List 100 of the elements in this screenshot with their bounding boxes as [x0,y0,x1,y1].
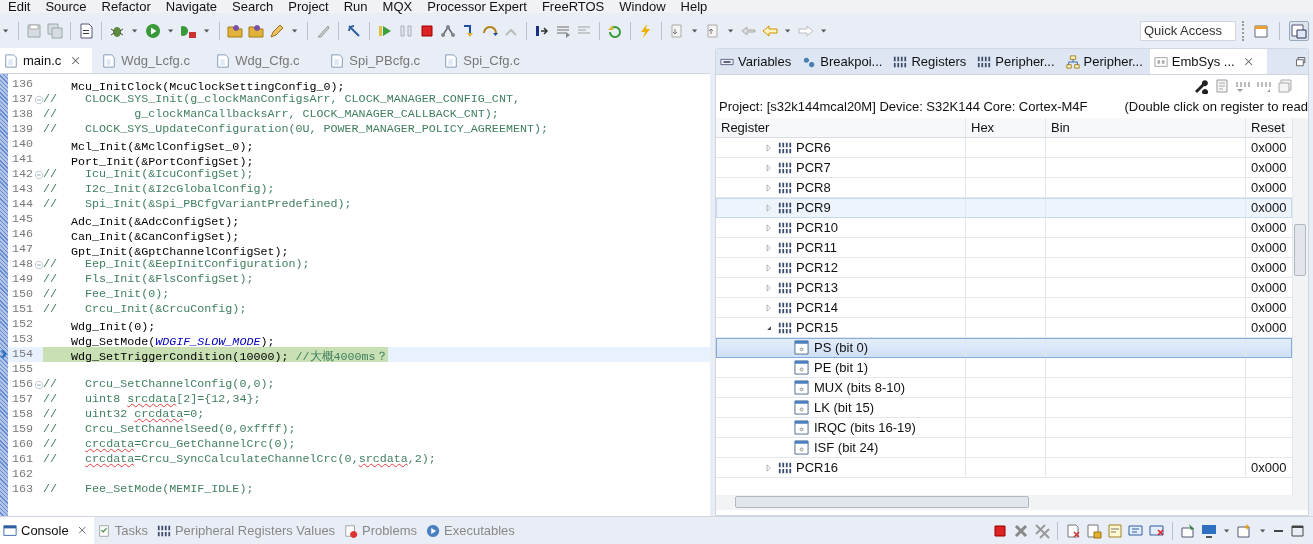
menu-item[interactable]: Source [45,0,87,13]
code-line: Wdg_Init(0); [70,319,156,332]
c-file-icon [330,53,345,68]
code-line: Gpt_Init(&GptChannelConfigSet); [70,244,289,257]
binary-icon [778,180,792,195]
tab-label: Variables [738,54,792,69]
windows-icon [1277,78,1293,94]
expand-icon [764,302,774,313]
field-icon [794,400,809,415]
field-name[interactable]: PS (bit 0) [814,340,869,355]
expand-icon [764,462,774,473]
menu-item[interactable]: Project [288,0,329,13]
menu-item[interactable]: Edit [8,0,31,13]
view-tab[interactable]: Breakpoi... [798,49,890,74]
tab-label: Peripher... [995,54,1055,69]
field-name[interactable]: IRQC (bits 16-19) [814,420,916,435]
register-name[interactable]: PCR14 [796,300,838,315]
register-name[interactable]: PCR6 [796,140,831,155]
line-number: 145 [11,212,34,227]
run-button[interactable] [144,21,162,40]
menu-item[interactable]: Processor Expert [427,0,527,13]
register-name[interactable]: PCR12 [796,260,838,275]
nodes-icon [440,22,456,39]
column-header[interactable]: Register [716,118,966,137]
monitor-icon [1201,522,1217,539]
menu-item[interactable]: Run [343,0,368,13]
stop-icon [992,522,1008,539]
horizontal-scrollbar[interactable] [716,495,1308,510]
tab-label: Registers [911,54,967,69]
panel-tab[interactable]: Console [0,517,94,544]
c-file-icon [102,53,117,68]
view-tab[interactable]: EmbSys ... [1149,49,1267,74]
editor-tab[interactable]: Wdg_Lcfg.c [98,48,213,73]
pin-button[interactable] [1179,521,1197,540]
register-name[interactable]: PCR8 [796,180,831,195]
column-header[interactable]: Hex [966,118,1046,137]
line-number: 154 [11,347,34,362]
field-name[interactable]: PE (bit 1) [814,360,869,375]
editor-tab[interactable]: main.c [0,48,93,73]
close-icon [76,525,88,536]
view-tab[interactable]: Peripher... [973,49,1062,74]
minimize-button[interactable] [1272,527,1286,534]
remove-all-button[interactable] [1033,521,1051,540]
hint-text: (Double click on register to read [1124,98,1308,114]
editor-tab[interactable]: Wdg_Cfg.c [212,48,327,73]
column-header[interactable]: Reset [1246,118,1292,137]
menu-item[interactable]: Help [680,0,708,13]
expand-icon [764,242,774,253]
menu-item[interactable]: Navigate [165,0,218,13]
register-name[interactable]: PCR7 [796,160,831,175]
register-name[interactable]: PCR13 [796,280,838,295]
folder-icon [227,22,243,39]
expand-icon [764,182,774,193]
menu-item[interactable]: Window [619,0,666,13]
c-perspective-icon [1291,22,1307,39]
line-number: 160 [11,437,34,452]
field-icon [794,380,809,395]
line-number: 139 [11,122,34,137]
view-tab[interactable]: Registers [889,49,974,74]
register-name[interactable]: PCR15 [796,320,838,335]
vertical-scrollbar[interactable] [1292,118,1308,495]
view-tab[interactable]: Peripher... [1061,49,1150,74]
field-name[interactable]: MUX (bits 8-10) [814,380,906,395]
editor-tab[interactable]: Spi_PBcfg.c [326,48,441,73]
tab-label: Peripheral Registers Values [174,523,336,538]
binary-icon [778,240,792,255]
lock-button[interactable] [1085,521,1103,540]
restore-button[interactable] [1294,54,1308,69]
field-name[interactable]: ISF (bit 24) [814,440,879,455]
line-number: 143 [11,182,34,197]
register-name[interactable]: PCR9 [796,200,831,215]
new-console-icon [1237,522,1253,539]
register-name[interactable]: PCR11 [796,240,837,255]
binary-icon [893,54,908,69]
view-tab[interactable]: Variables [716,49,799,74]
binary-file-icon [78,22,94,39]
menu-item[interactable]: FreeRTOS [541,0,605,13]
column-header[interactable]: Bin [1046,118,1246,137]
document-icon [1214,78,1230,94]
reset-value: 0x000 [1251,280,1287,295]
line-number: 153 [11,332,34,347]
c-perspective-button[interactable] [1289,20,1309,41]
editor-tab[interactable]: Spi_Cfg.c [440,48,555,73]
binary-file-button[interactable] [77,21,95,40]
clear-button[interactable] [1064,521,1082,540]
code-line: // Spi_Init(&Spi_PBCfgVariantPredefined); [43,197,352,212]
code-line: // g_clockManCallbacksArr, CLOCK_MANAGER_CALLBACK_CNT); [43,107,499,122]
menu-item[interactable]: Refactor [101,0,151,13]
code-line: // Crcu_SetChannelConfig(0,0); [43,377,275,392]
code-line: // Fls_Init(&FlsConfigSet); [43,272,254,287]
field-name[interactable]: LK (bit 15) [814,400,874,415]
register-name[interactable]: PCR10 [796,220,838,235]
code-line: // Fee_SetMode(MEMIF_IDLE); [43,482,254,497]
save-all-icon [47,22,63,39]
register-name[interactable]: PCR16 [796,460,838,475]
quick-access-field[interactable]: Quick Access [1140,20,1236,41]
reset-value: 0x000 [1251,300,1287,315]
c-file-icon [4,53,18,68]
menu-item[interactable]: MQX [382,0,413,13]
menu-item[interactable]: Search [232,0,274,13]
